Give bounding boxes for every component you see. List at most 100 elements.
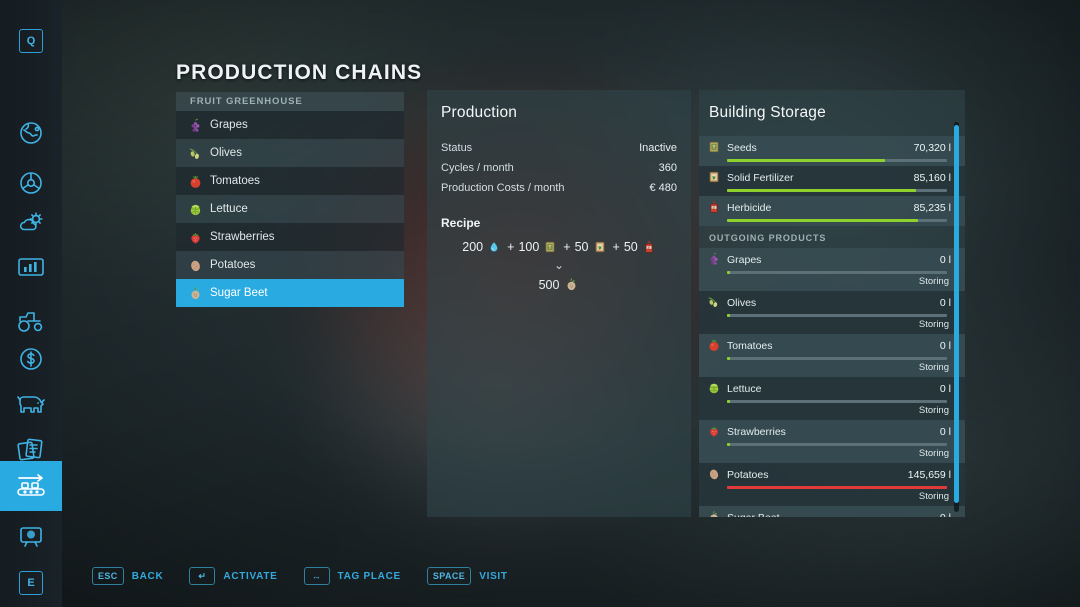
key-hint-label: BACK — [131, 570, 164, 582]
storage-input-row[interactable]: Herbicide 85,235 l — [699, 196, 965, 226]
production-stat-value: € 480 — [649, 182, 677, 194]
key-hint[interactable]: ESC BACK — [92, 567, 163, 585]
chain-list-rows: Grapes Olives Tomatoes Lettuce Strawberries P… — [176, 111, 404, 307]
storage-fill-bar — [727, 189, 947, 192]
chain-list-item[interactable]: Sugar Beet — [176, 279, 404, 307]
storage-row-label: Lettuce — [727, 383, 762, 395]
outgoing-product-row[interactable]: Sugar Beet0 lStoring — [699, 506, 965, 517]
page-title: PRODUCTION CHAINS — [176, 61, 423, 84]
chain-list-item-label: Lettuce — [210, 203, 248, 215]
storage-row-label: Herbicide — [727, 202, 772, 214]
key-hint[interactable]: ↔ TAG PLACE — [303, 567, 401, 585]
storage-input-row[interactable]: Solid Fertilizer 85,160 l — [699, 166, 965, 196]
recipe-plus-sign: + — [563, 240, 571, 254]
production-stat-value: Inactive — [639, 142, 677, 154]
storage-input-list: Seeds 70,320 l Solid Fertilizer 85,160 l Her… — [699, 136, 965, 226]
storage-row-label: Solid Fertilizer — [727, 172, 794, 184]
key-hint-label: TAG PLACE — [337, 570, 401, 582]
storage-row-value: 85,160 l — [913, 172, 951, 184]
storage-row-label: Potatoes — [727, 469, 769, 481]
sugar-beet-icon — [564, 277, 579, 292]
info-button[interactable] — [0, 512, 62, 562]
sugar-beet-icon — [707, 510, 721, 517]
storage-scrollbar[interactable] — [954, 122, 959, 512]
outgoing-product-row[interactable]: Potatoes 145,659 l Storing — [699, 463, 965, 506]
dollar-coin-icon — [18, 346, 44, 372]
weather-button[interactable] — [0, 198, 62, 248]
key-hint-cap: ↵ — [189, 567, 216, 585]
outgoing-product-row[interactable]: Strawberries 0 l Storing — [699, 420, 965, 463]
outgoing-products-header: OUTGOING PRODUCTS — [709, 233, 827, 243]
storage-scrollbar-thumb[interactable] — [954, 125, 959, 503]
e-key-hint[interactable]: E — [0, 558, 62, 607]
storage-row-label: Seeds — [727, 142, 757, 154]
finances-button[interactable] — [0, 334, 62, 384]
animals-button[interactable] — [0, 379, 62, 429]
outgoing-product-row[interactable]: Olives 0 l Storing — [699, 291, 965, 334]
tomato-icon — [188, 174, 203, 189]
storage-row-value: 70,320 l — [913, 142, 951, 154]
recipe-input-amount: 50 — [623, 240, 638, 254]
chain-list-item-label: Sugar Beet — [210, 287, 268, 299]
storage-row-status: Storing — [918, 491, 949, 502]
chain-list-item[interactable]: Grapes — [176, 111, 404, 139]
production-stats: Status Inactive Cycles / month 360 Productio… — [427, 142, 691, 194]
recipe-arrow-icon: ⌄ — [553, 258, 565, 272]
recipe-output: 500 — [427, 277, 691, 292]
storage-input-row[interactable]: Seeds 70,320 l — [699, 136, 965, 166]
statistics-button[interactable] — [0, 242, 62, 292]
q-key-hint[interactable]: Q — [0, 16, 62, 66]
grapes-icon — [707, 252, 721, 268]
recipe-output-amount: 500 — [538, 277, 560, 292]
storage-fill-bar — [727, 443, 947, 446]
storage-row-status: Storing — [918, 276, 949, 287]
storage-fill-bar — [727, 271, 947, 274]
chain-list-item[interactable]: Tomatoes — [176, 167, 404, 195]
production-stat-label: Production Costs / month — [441, 182, 565, 194]
storage-panel-title: Building Storage — [709, 104, 826, 121]
storage-row-label: Sugar Beet — [727, 512, 934, 517]
recipe-plus-sign: + — [507, 240, 515, 254]
cow-icon — [16, 392, 46, 416]
lettuce-icon — [188, 202, 203, 217]
storage-row-value: 0 l — [939, 297, 951, 309]
q-key-icon: Q — [19, 29, 43, 53]
strawberry-icon — [188, 230, 203, 245]
steering-wheel-icon — [18, 170, 44, 196]
production-button[interactable] — [0, 461, 62, 511]
production-stat-label: Status — [441, 142, 473, 154]
sidebar: QE — [0, 0, 62, 607]
storage-row-label: Olives — [727, 297, 757, 309]
storage-outgoing-list: Grapes 0 l Storing Olives 0 l Storing Tomatoes… — [699, 248, 965, 517]
conveyor-belt-icon — [14, 473, 48, 499]
production-stat-row: Cycles / month 360 — [441, 162, 677, 174]
production-stat-row: Production Costs / month € 480 — [441, 182, 677, 194]
production-stat-label: Cycles / month — [441, 162, 514, 174]
olives-icon — [188, 146, 203, 161]
grapes-icon — [188, 118, 203, 133]
storage-fill-bar — [727, 159, 947, 162]
olives-icon — [707, 295, 721, 311]
outgoing-product-row[interactable]: Grapes 0 l Storing — [699, 248, 965, 291]
storage-row-value: 0 l — [939, 340, 951, 352]
weather-icon — [17, 210, 45, 236]
storage-row-status: Storing — [918, 405, 949, 416]
outgoing-product-row[interactable]: Lettuce 0 l Storing — [699, 377, 965, 420]
chain-list-header: FRUIT GREENHOUSE — [176, 92, 404, 111]
chain-list-item[interactable]: Strawberries — [176, 223, 404, 251]
chain-list-item[interactable]: Potatoes — [176, 251, 404, 279]
key-hint[interactable]: SPACE VISIT — [426, 567, 508, 585]
map-button[interactable] — [0, 108, 62, 158]
potato-icon — [188, 258, 203, 273]
storage-row-status: Storing — [918, 362, 949, 373]
storage-row-label: Strawberries — [727, 426, 786, 438]
globe-map-icon — [18, 120, 44, 146]
lettuce-icon — [707, 381, 721, 397]
storage-row-value: 0 l — [939, 383, 951, 395]
bar-chart-icon — [17, 256, 45, 278]
chain-list-item[interactable]: Lettuce — [176, 195, 404, 223]
storage-row-status: Storing — [918, 319, 949, 330]
chain-list-item[interactable]: Olives — [176, 139, 404, 167]
key-hint[interactable]: ↵ ACTIVATE — [189, 567, 277, 585]
outgoing-product-row[interactable]: Tomatoes 0 l Storing — [699, 334, 965, 377]
